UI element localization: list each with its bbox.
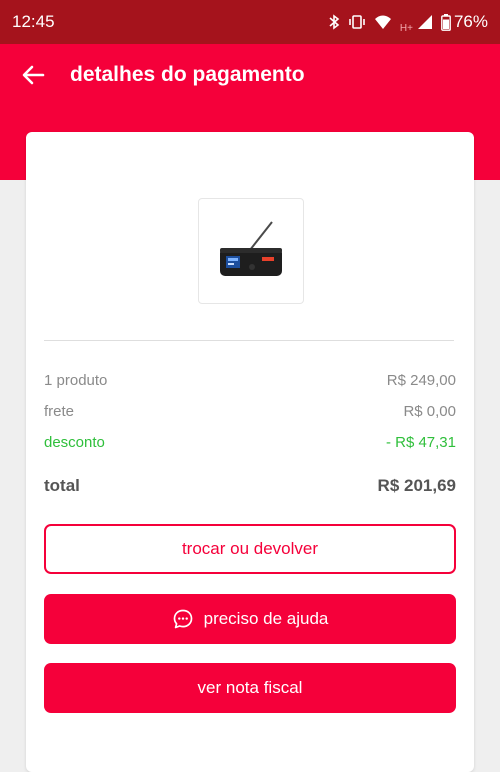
- back-button[interactable]: [20, 61, 48, 89]
- summary-label: frete: [44, 403, 75, 420]
- divider: [44, 340, 454, 341]
- view-invoice-button[interactable]: ver nota fiscal: [44, 663, 456, 713]
- product-thumbnail[interactable]: [198, 198, 304, 304]
- total-label: total: [44, 476, 80, 495]
- help-label: preciso de ajuda: [203, 609, 329, 628]
- summary-value: R$ 0,00: [403, 403, 456, 420]
- signal-icon: [417, 14, 433, 30]
- status-time: 12:45: [12, 12, 55, 31]
- status-bar: 12:45 H+ 76%: [0, 0, 500, 44]
- chat-bubble-icon: [173, 609, 192, 629]
- summary-label: 1 produto: [44, 372, 108, 389]
- radio-speaker-image: [220, 221, 282, 276]
- summary-row-discount: desconto - R$ 47,31: [44, 434, 456, 451]
- battery: 76%: [441, 12, 488, 32]
- summary-value: - R$ 47,31: [385, 434, 456, 451]
- page-title: detalhes do pagamento: [70, 63, 305, 86]
- summary-row-total: total R$ 201,69: [44, 476, 456, 496]
- exchange-return-label: trocar ou devolver: [181, 539, 319, 558]
- help-button[interactable]: preciso de ajuda: [44, 594, 456, 644]
- wifi-icon: [374, 14, 392, 30]
- payment-details-card: 1 produto R$ 249,00 frete R$ 0,00 descon…: [26, 132, 474, 772]
- exchange-return-button[interactable]: trocar ou devolver: [44, 524, 456, 574]
- network-type-label: H+: [399, 22, 413, 34]
- vibrate-icon: [348, 14, 366, 30]
- summary-row-shipping: frete R$ 0,00: [44, 403, 456, 420]
- arrow-left-icon: [22, 65, 45, 85]
- summary-row-products: 1 produto R$ 249,00: [44, 372, 456, 389]
- status-icons: H+ 76%: [328, 11, 488, 34]
- battery-icon: [441, 13, 451, 31]
- total-value: R$ 201,69: [377, 476, 456, 495]
- view-invoice-label: ver nota fiscal: [197, 678, 303, 697]
- battery-percent: 76%: [453, 12, 488, 31]
- summary-label: desconto: [44, 434, 105, 451]
- bluetooth-icon: [328, 14, 340, 30]
- summary-value: R$ 249,00: [386, 372, 456, 389]
